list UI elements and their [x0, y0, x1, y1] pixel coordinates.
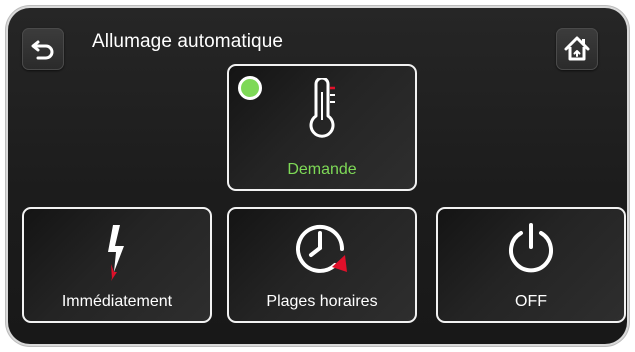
mode-label: Immédiatement	[61, 293, 173, 310]
mode-demande-button[interactable]: Demande	[227, 64, 417, 191]
mode-label: Demande	[287, 161, 357, 178]
device-frame: Allumage automatique Demande Immédiateme…	[0, 0, 635, 352]
thermometer-icon	[309, 78, 335, 138]
page-title: Allumage automatique	[92, 31, 284, 52]
mode-label: Plages horaires	[266, 293, 378, 310]
mode-off-button[interactable]: OFF	[436, 207, 626, 323]
mode-immediatement-button[interactable]: Immédiatement	[22, 207, 212, 323]
home-button[interactable]	[556, 28, 598, 70]
clock-icon	[296, 224, 347, 273]
selected-indicator	[238, 76, 262, 100]
screen: Allumage automatique Demande Immédiateme…	[8, 8, 627, 344]
back-arrow-icon	[31, 40, 54, 60]
mode-plages-horaires-button[interactable]: Plages horaires	[227, 207, 417, 323]
home-icon	[564, 36, 590, 61]
back-button[interactable]	[22, 28, 64, 70]
power-icon	[509, 223, 553, 273]
lightning-icon	[108, 225, 124, 281]
mode-label: OFF	[515, 293, 547, 310]
